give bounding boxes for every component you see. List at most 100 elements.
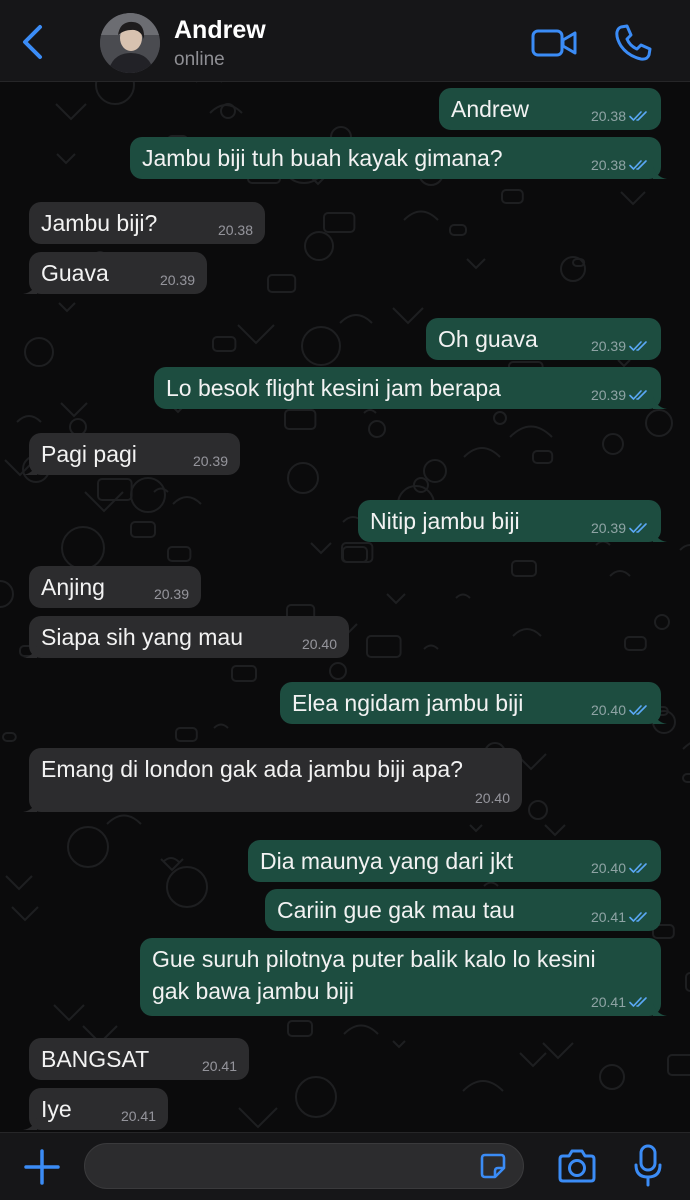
message-text: Jambu biji? (41, 210, 158, 236)
message-text: Siapa sih yang mau (41, 624, 244, 650)
message-meta: 20.38 (591, 108, 649, 124)
message-time: 20.38 (590, 108, 626, 124)
message-meta: 20.38 (591, 157, 649, 173)
message-text: Oh guava (438, 326, 538, 352)
message-text: Guava (41, 260, 109, 286)
message-time: 20.41 (120, 1108, 156, 1124)
message-time: 20.38 (590, 157, 626, 173)
message-meta: 20.39 (154, 586, 189, 602)
message-meta: 20.40 (591, 702, 649, 718)
message-time: 20.41 (590, 909, 626, 925)
message-time: 20.40 (474, 790, 510, 806)
message-time: 20.39 (192, 453, 228, 469)
message-text: Iye (41, 1096, 72, 1122)
read-ticks-icon (629, 390, 647, 400)
sticker-icon[interactable] (478, 1153, 508, 1179)
message-time: 20.39 (590, 520, 626, 536)
read-ticks-icon (629, 863, 647, 873)
message-meta: 20.40 (475, 790, 510, 806)
message-text: Pagi pagi (41, 441, 137, 467)
message-meta: 20.40 (302, 636, 337, 652)
bubble-tail (23, 1116, 37, 1130)
incoming-message[interactable]: Anjing 20.39 (29, 566, 201, 608)
read-ticks-icon (629, 997, 647, 1007)
message-text: Elea ngidam jambu biji (292, 690, 524, 716)
message-text: Cariin gue gak mau tau (277, 897, 515, 923)
bubble-tail (653, 165, 667, 179)
message-meta: 20.39 (193, 453, 228, 469)
avatar-photo (100, 13, 160, 73)
video-camera-icon[interactable] (530, 22, 578, 64)
message-text: Anjing (41, 574, 105, 600)
plus-icon[interactable] (22, 1147, 62, 1187)
avatar[interactable] (100, 13, 160, 73)
incoming-message[interactable]: Emang di london gak ada jambu biji apa? 2… (23, 748, 522, 812)
message-text: Emang di london gak ada jambu biji apa? (41, 756, 463, 782)
message-meta: 20.39 (591, 338, 649, 354)
outgoing-message[interactable]: Elea ngidam jambu biji 20.40 (280, 682, 667, 724)
outgoing-message[interactable]: Oh guava 20.39 (426, 318, 661, 360)
message-meta: 20.39 (591, 387, 649, 403)
bubble-tail (23, 798, 37, 812)
message-text: Jambu biji tuh buah kayak gimana? (142, 145, 503, 171)
message-text: Nitip jambu biji (370, 508, 520, 534)
message-meta: 20.41 (202, 1058, 237, 1074)
message-list[interactable]: Andrew 20.38 Jambu biji tuh buah kayak gim… (0, 82, 690, 1132)
message-time: 20.39 (153, 586, 189, 602)
message-meta: 20.39 (160, 272, 195, 288)
message-text: Dia maunya yang dari jkt (260, 848, 514, 874)
incoming-message[interactable]: BANGSAT 20.41 (29, 1038, 249, 1080)
message-meta: 20.40 (591, 860, 649, 876)
read-ticks-icon (629, 912, 647, 922)
message-text: Lo besok flight kesini jam berapa (166, 375, 501, 401)
message-time: 20.40 (590, 702, 626, 718)
incoming-message[interactable]: Iye 20.41 (23, 1088, 168, 1130)
chevron-left-icon[interactable] (16, 22, 52, 62)
message-meta: 20.38 (218, 222, 253, 238)
read-ticks-icon (629, 111, 647, 121)
read-ticks-icon (629, 160, 647, 170)
phone-icon[interactable] (612, 22, 654, 64)
bubble-tail (23, 644, 37, 658)
bubble-tail (23, 461, 37, 475)
message-time: 20.40 (301, 636, 337, 652)
message-meta: 20.41 (591, 994, 649, 1010)
incoming-message[interactable]: Guava 20.39 (23, 252, 207, 294)
message-time: 20.40 (590, 860, 626, 876)
camera-icon[interactable] (556, 1147, 598, 1185)
outgoing-message[interactable]: Cariin gue gak mau tau 20.41 (265, 889, 661, 931)
message-input[interactable] (84, 1143, 524, 1189)
message-meta: 20.41 (121, 1108, 156, 1124)
message-text: Andrew (451, 96, 529, 122)
outgoing-message[interactable]: Jambu biji tuh buah kayak gimana? 20.38 (130, 137, 667, 179)
message-time: 20.39 (590, 387, 626, 403)
outgoing-message[interactable]: Dia maunya yang dari jkt 20.40 (248, 840, 661, 882)
message-meta: 20.41 (591, 909, 649, 925)
outgoing-message[interactable]: Andrew 20.38 (439, 88, 661, 130)
bubble-tail (653, 710, 667, 724)
outgoing-message[interactable]: Lo besok flight kesini jam berapa 20.39 (154, 367, 667, 409)
incoming-message[interactable]: Pagi pagi 20.39 (23, 433, 240, 475)
chat-header: Andrew online (0, 0, 690, 82)
microphone-icon[interactable] (634, 1143, 662, 1189)
message-time: 20.41 (201, 1058, 237, 1074)
message-text: Gue suruh pilotnya puter balik kalo lo k… (152, 946, 596, 1004)
contact-name[interactable]: Andrew (174, 16, 266, 45)
message-time: 20.41 (590, 994, 626, 1010)
contact-status: online (174, 49, 225, 70)
message-time: 20.39 (159, 272, 195, 288)
bubble-tail (653, 395, 667, 409)
read-ticks-icon (629, 705, 647, 715)
outgoing-message[interactable]: Gue suruh pilotnya puter balik kalo lo k… (140, 938, 667, 1016)
message-composer (0, 1132, 690, 1200)
outgoing-message[interactable]: Nitip jambu biji 20.39 (358, 500, 667, 542)
bubble-tail (23, 280, 37, 294)
incoming-message[interactable]: Siapa sih yang mau 20.40 (23, 616, 349, 658)
bubble-tail (653, 528, 667, 542)
read-ticks-icon (629, 341, 647, 351)
message-meta: 20.39 (591, 520, 649, 536)
message-time: 20.39 (590, 338, 626, 354)
incoming-message[interactable]: Jambu biji? 20.38 (29, 202, 265, 244)
message-time: 20.38 (217, 222, 253, 238)
read-ticks-icon (629, 523, 647, 533)
